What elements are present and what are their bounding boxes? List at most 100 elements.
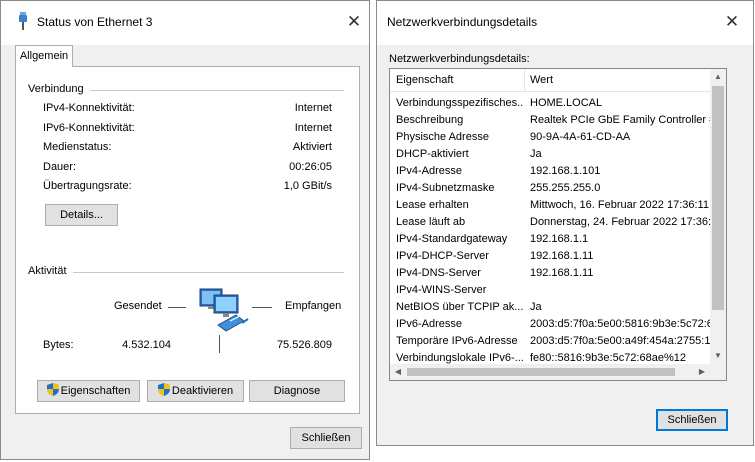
row-value: 192.168.1.101 (530, 165, 601, 177)
table-row[interactable]: IPv4-DNS-Server 192.168.1.11 (390, 265, 710, 282)
status-titlebar: Status von Ethernet 3 ✕ (1, 1, 369, 45)
properties-button[interactable]: Eigenschaften (37, 380, 140, 402)
status-window-title: Status von Ethernet 3 (37, 15, 153, 29)
ethernet-plug-icon (18, 12, 28, 33)
details-titlebar: Netzwerkverbindungsdetails ✕ (377, 1, 753, 45)
row-property: IPv4-WINS-Server (396, 284, 487, 296)
table-row[interactable]: DHCP-aktiviert Ja (390, 146, 710, 163)
row-value: Donnerstag, 24. Februar 2022 17:36:11 (530, 216, 710, 228)
scroll-up-icon[interactable]: ▲ (710, 69, 726, 85)
ipv6-connectivity-label: IPv6-Konnektivität: (43, 122, 135, 134)
table-row[interactable]: IPv4-DHCP-Server 192.168.1.11 (390, 248, 710, 265)
row-value: 90-9A-4A-61-CD-AA (530, 131, 631, 143)
status-close-icon[interactable]: ✕ (339, 9, 369, 35)
row-property: IPv4-Adresse (396, 165, 463, 177)
uac-shield-icon (46, 383, 59, 396)
row-property: IPv4-DNS-Server (396, 267, 481, 279)
duration-label: Dauer: (43, 161, 77, 173)
ipv6-connectivity-value: Internet (294, 122, 332, 134)
row-property: IPv6-Adresse (396, 318, 463, 330)
row-property: Verbindungsspezifisches... (396, 97, 524, 109)
duration-value: 00:26:05 (289, 161, 332, 173)
row-property: Temporäre IPv6-Adresse (396, 335, 518, 347)
properties-button-label: Eigenschaften (60, 385, 131, 397)
vertical-scroll-thumb[interactable] (712, 86, 724, 310)
horizontal-scrollbar[interactable]: ◀ ▶ (390, 364, 710, 380)
activity-group-line (28, 272, 344, 273)
details-window: Netzwerkverbindungsdetails ✕ Netzwerkver… (376, 0, 754, 446)
status-close-button[interactable]: Schließen (290, 427, 362, 449)
table-row[interactable]: Temporäre IPv6-Adresse 2003:d5:7f0a:5e00:… (390, 333, 710, 350)
media-status-label: Medienstatus: (43, 141, 112, 153)
row-property: NetBIOS über TCPIP ak... (396, 301, 524, 313)
activity-group-label: Aktivität (28, 265, 73, 277)
table-row[interactable]: Verbindungsspezifisches... HOME.LOCAL (390, 95, 710, 112)
received-line (252, 307, 272, 308)
transfer-rate-label: Übertragungsrate: (43, 180, 132, 192)
details-list-header: Eigenschaft Wert (390, 69, 710, 92)
row-value: 2003:d5:7f0a:5e00:a49f:454a:2755:1 (530, 335, 710, 347)
row-value: 2003:d5:7f0a:5e00:5816:9b3e:5c72:68ae (530, 318, 710, 330)
scroll-right-icon[interactable]: ▶ (694, 364, 710, 380)
row-property: Lease läuft ab (396, 216, 466, 228)
table-row[interactable]: IPv4-Subnetzmaske 255.255.255.0 (390, 180, 710, 197)
scroll-corner (710, 364, 726, 380)
column-header-value[interactable]: Wert (530, 74, 553, 86)
transfer-rate-value: 1,0 GBit/s (283, 180, 332, 192)
column-separator[interactable] (524, 69, 525, 91)
tab-allgemein[interactable]: Allgemein (15, 45, 73, 67)
table-row[interactable]: IPv4-WINS-Server (390, 282, 710, 299)
scroll-down-icon[interactable]: ▼ (710, 348, 726, 364)
received-label: Empfangen (285, 300, 342, 312)
ipv4-connectivity-value: Internet (294, 102, 332, 114)
diagnose-button[interactable]: Diagnose (249, 380, 345, 402)
row-value: fe80::5816:9b3e:5c72:68ae%12 (530, 352, 686, 364)
network-computers-icon (196, 285, 252, 336)
details-window-title: Netzwerkverbindungsdetails (387, 15, 538, 29)
row-property: IPv4-DHCP-Server (396, 250, 489, 262)
row-value: 255.255.255.0 (530, 182, 601, 194)
details-close-button[interactable]: Schließen (656, 409, 728, 431)
table-row[interactable]: Verbindungslokale IPv6-... fe80::5816:9b3… (390, 350, 710, 364)
sent-line (168, 307, 186, 308)
row-property: Physische Adresse (396, 131, 489, 143)
bytes-received-value: 75.526.809 (276, 339, 332, 351)
scroll-left-icon[interactable]: ◀ (390, 364, 406, 380)
uac-shield-icon (157, 383, 170, 396)
sent-label: Gesendet (114, 300, 162, 312)
bytes-divider (219, 335, 220, 353)
table-row[interactable]: Beschreibung Realtek PCIe GbE Family Cont… (390, 112, 710, 129)
table-row[interactable]: NetBIOS über TCPIP ak... Ja (390, 299, 710, 316)
vertical-scrollbar[interactable]: ▲ ▼ (710, 69, 726, 364)
row-value: 192.168.1.11 (530, 267, 594, 279)
row-value: Ja (530, 301, 542, 313)
details-rows: Verbindungsspezifisches... HOME.LOCAL Bes… (390, 95, 710, 364)
details-header-label: Netzwerkverbindungsdetails: (389, 53, 530, 65)
bytes-label: Bytes: (43, 339, 74, 351)
row-value: Realtek PCIe GbE Family Controller #2 (530, 114, 710, 126)
table-row[interactable]: Lease erhalten Mittwoch, 16. Februar 2022… (390, 197, 710, 214)
table-row[interactable]: IPv4-Standardgateway 192.168.1.1 (390, 231, 710, 248)
row-value: HOME.LOCAL (530, 97, 603, 109)
row-property: Verbindungslokale IPv6-... (396, 352, 524, 364)
table-row[interactable]: Physische Adresse 90-9A-4A-61-CD-AA (390, 129, 710, 146)
table-row[interactable]: IPv4-Adresse 192.168.1.101 (390, 163, 710, 180)
table-row[interactable]: IPv6-Adresse 2003:d5:7f0a:5e00:5816:9b3e:… (390, 316, 710, 333)
table-row[interactable]: Lease läuft ab Donnerstag, 24. Februar 20… (390, 214, 710, 231)
row-property: IPv4-Subnetzmaske (396, 182, 495, 194)
row-value: 192.168.1.11 (530, 250, 594, 262)
media-status-value: Aktiviert (292, 141, 332, 153)
row-value: Mittwoch, 16. Februar 2022 17:36:11 (530, 199, 709, 211)
bytes-sent-value: 4.532.104 (122, 339, 171, 351)
ipv4-connectivity-label: IPv4-Konnektivität: (43, 102, 135, 114)
details-list[interactable]: Eigenschaft Wert Verbindungsspezifisches… (389, 68, 727, 381)
horizontal-scroll-thumb[interactable] (407, 368, 675, 376)
column-header-property[interactable]: Eigenschaft (396, 74, 453, 86)
disable-button-label: Deaktivieren (171, 385, 234, 397)
row-property: Beschreibung (396, 114, 464, 126)
details-close-icon[interactable]: ✕ (717, 9, 747, 35)
row-property: IPv4-Standardgateway (396, 233, 508, 245)
general-panel: Verbindung IPv4-Konnektivität: Internet … (15, 66, 360, 414)
disable-button[interactable]: Deaktivieren (147, 380, 244, 402)
details-button[interactable]: Details... (45, 204, 118, 226)
